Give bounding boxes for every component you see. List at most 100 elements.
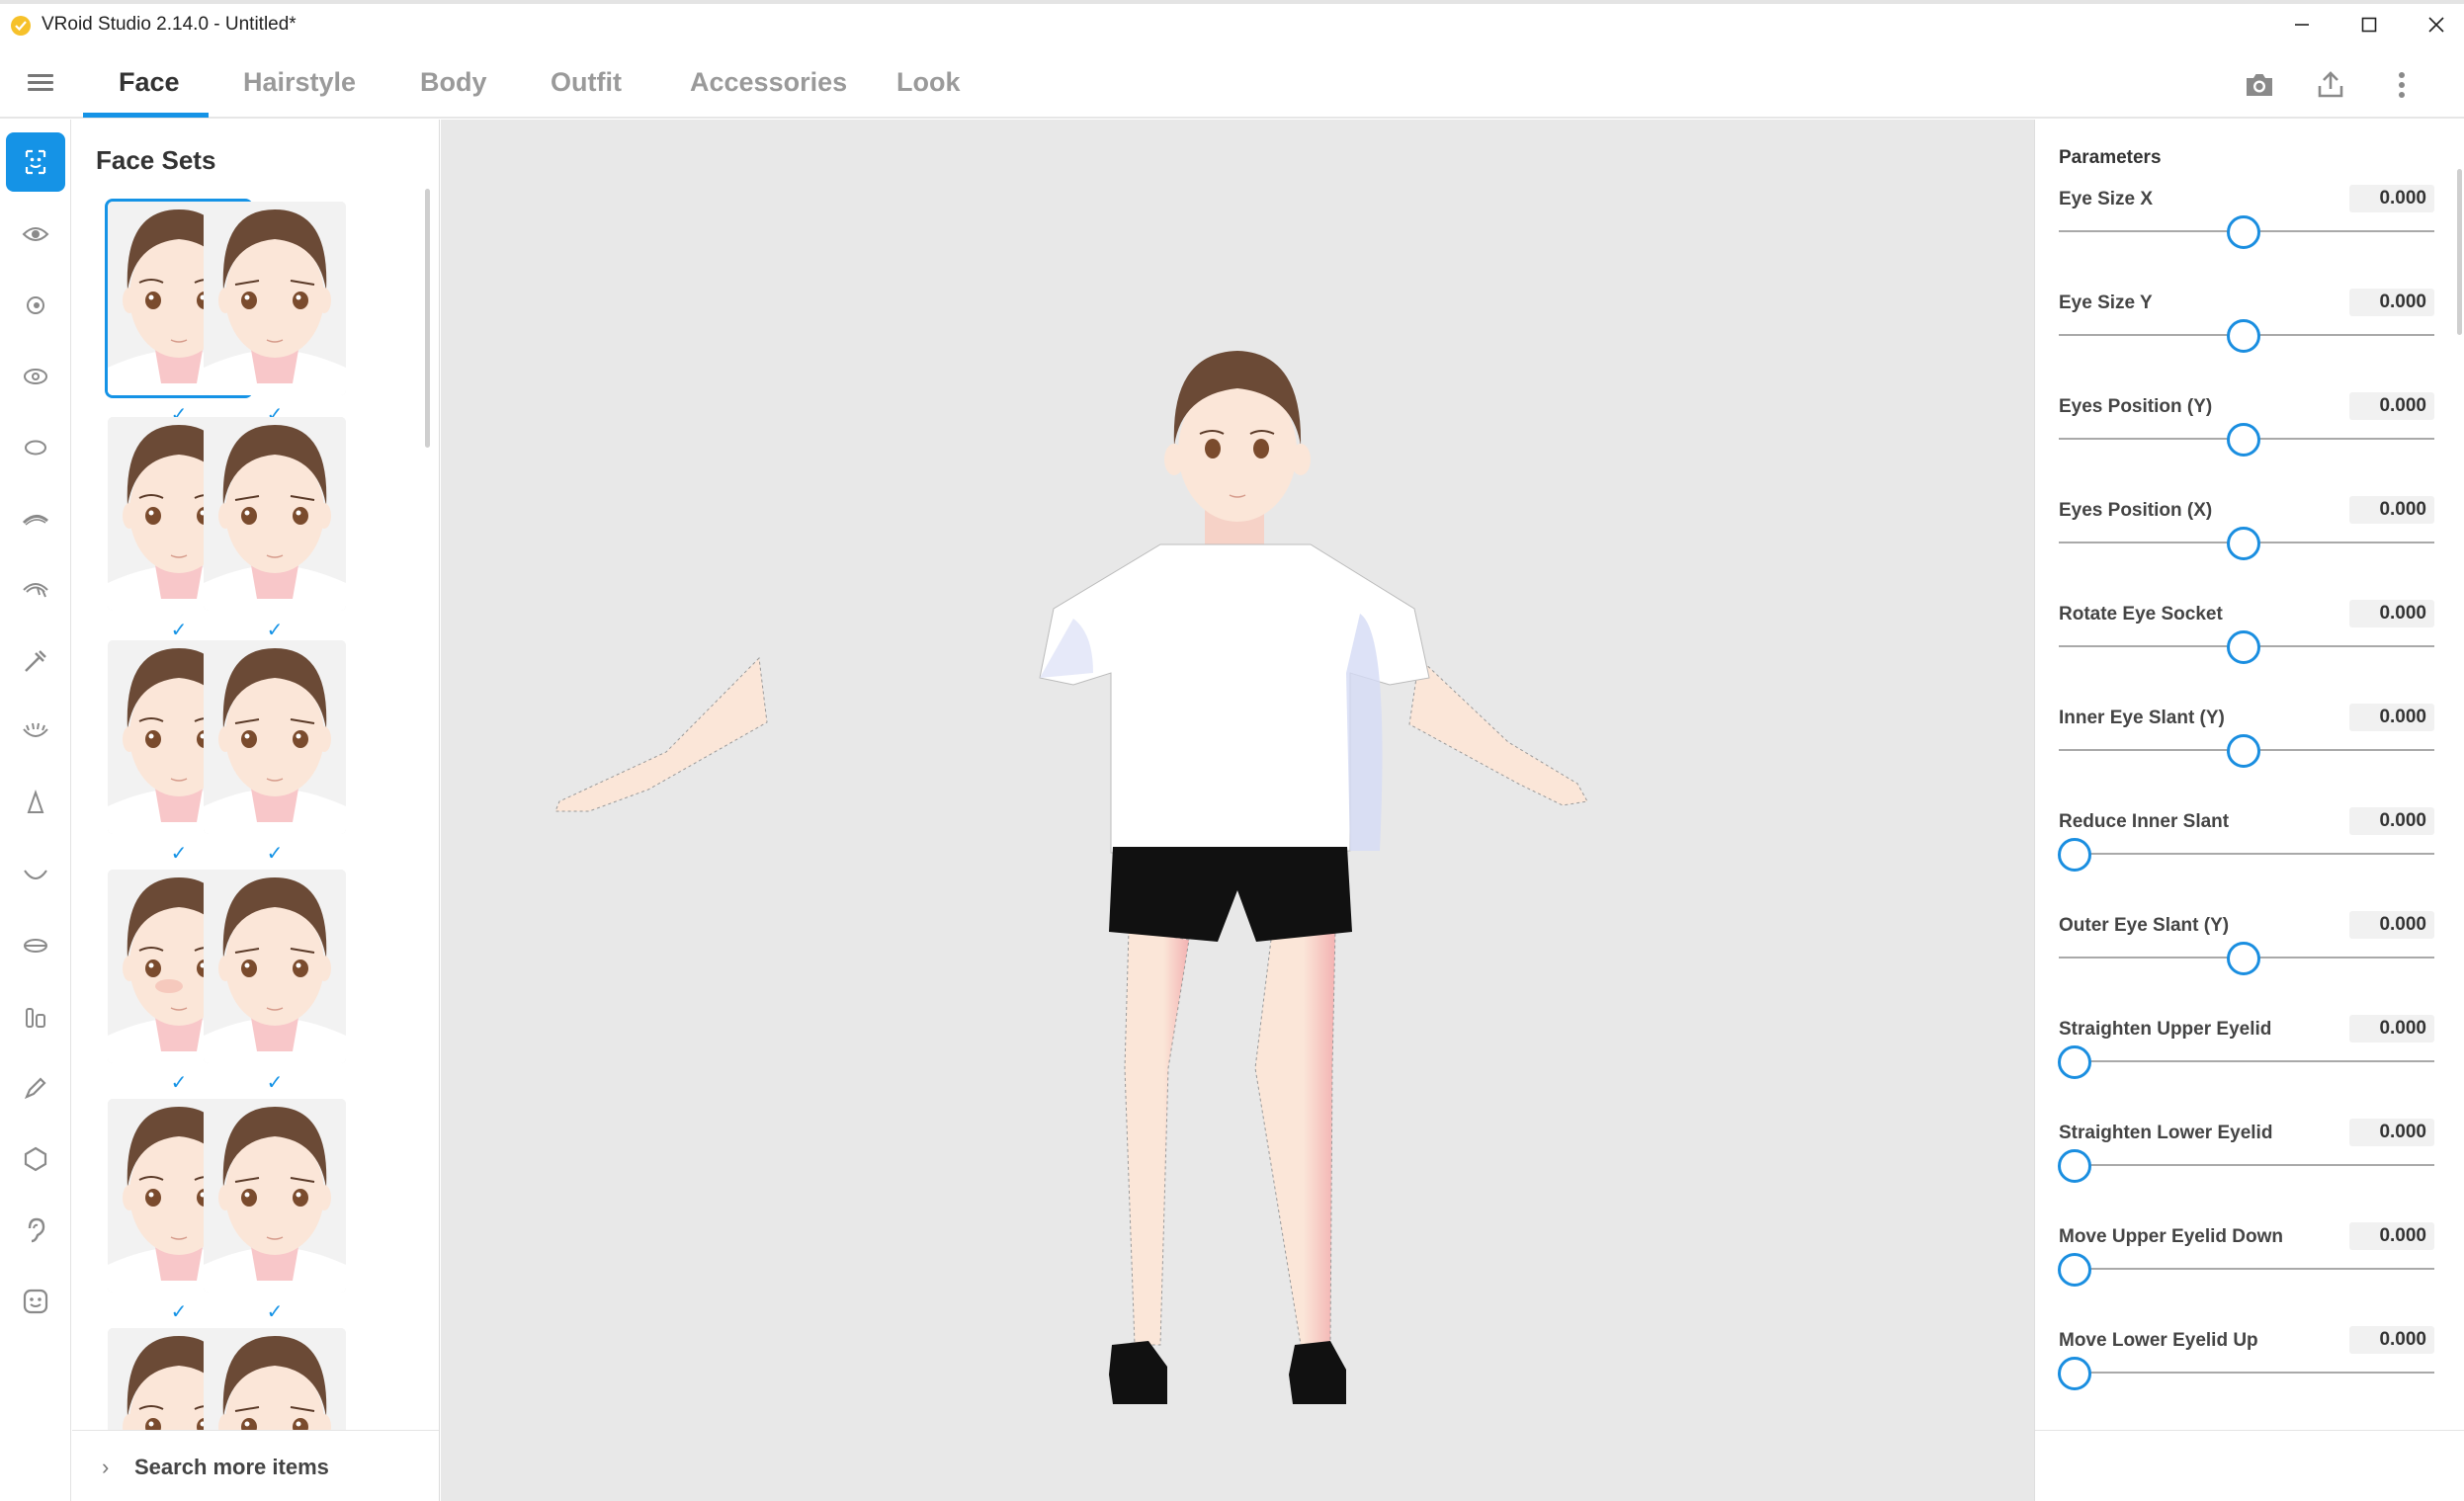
eye-icon: [22, 227, 49, 241]
rail-lips[interactable]: [6, 916, 65, 975]
slider-handle[interactable]: [2058, 1149, 2091, 1183]
parameter-row: Reduce Inner Slant 0.000: [2058, 801, 2434, 905]
parameter-value-input[interactable]: 0.000: [2349, 807, 2434, 835]
more-options-button[interactable]: [2384, 69, 2420, 101]
face-set-thumbnail[interactable]: [204, 640, 346, 834]
rail-ear[interactable]: [6, 1201, 65, 1260]
slider-handle[interactable]: [2227, 527, 2260, 560]
face-outline-icon: [25, 440, 46, 456]
parameter-label: Move Lower Eyelid Up: [2059, 1330, 2258, 1351]
app-logo-icon: [11, 16, 31, 36]
slider-track[interactable]: [2059, 853, 2434, 855]
lips-icon: [24, 939, 47, 953]
slider-handle[interactable]: [2058, 1253, 2091, 1287]
ear-icon: [28, 1217, 45, 1243]
emoji-icon: [23, 1289, 48, 1314]
eyelash-icon: [23, 583, 48, 598]
hamburger-menu-button[interactable]: [26, 70, 55, 98]
eyelid-icon: [23, 722, 48, 737]
export-icon: [2318, 71, 2343, 98]
parameter-value-input[interactable]: 0.000: [2349, 289, 2434, 316]
face-set-thumbnail[interactable]: [204, 870, 346, 1063]
iris-icon: [27, 296, 44, 314]
parameter-row: Eyes Position (Y) 0.000: [2059, 386, 2434, 490]
slider-track[interactable]: [2059, 1372, 2434, 1374]
parameters-title: Parameters: [2059, 147, 2162, 168]
search-more-items-button[interactable]: › Search more items: [72, 1430, 439, 1501]
slider-handle[interactable]: [2058, 1045, 2091, 1079]
checkmark-icon: ✓: [170, 843, 188, 865]
rail-teeth[interactable]: [6, 987, 65, 1046]
parameter-row: Eyes Position (X) 0.000: [2059, 490, 2434, 594]
parameter-value-input[interactable]: 0.000: [2349, 600, 2434, 627]
rail-pen[interactable]: [6, 1058, 65, 1118]
face-set-thumbnail[interactable]: [204, 417, 346, 611]
tab-outfit[interactable]: Outfit: [551, 49, 622, 119]
tab-accessories[interactable]: Accessories: [690, 49, 847, 119]
parameter-value-input[interactable]: 0.000: [2349, 392, 2434, 420]
parameter-row: Move Upper Eyelid Down 0.000: [2058, 1216, 2434, 1320]
rail-eye[interactable]: [6, 205, 65, 264]
parameter-label: Rotate Eye Socket: [2059, 604, 2223, 625]
slider-track[interactable]: [2059, 1268, 2434, 1270]
rail-face-set[interactable]: [6, 132, 65, 192]
rail-face-outline[interactable]: [6, 418, 65, 477]
rail-eyebrow[interactable]: [6, 489, 65, 548]
minimize-button[interactable]: [2266, 0, 2337, 49]
rail-eyeball[interactable]: [6, 347, 65, 406]
slider-handle[interactable]: [2227, 734, 2260, 768]
parameter-row: Move Lower Eyelid Up 0.000: [2058, 1320, 2434, 1424]
rail-mouth[interactable]: [6, 845, 65, 904]
parameter-value-input[interactable]: 0.000: [2349, 1119, 2434, 1146]
rail-eyelash[interactable]: [6, 560, 65, 620]
parameter-value-input[interactable]: 0.000: [2349, 496, 2434, 524]
parameter-value-input[interactable]: 0.000: [2349, 1015, 2434, 1042]
parameter-value-input[interactable]: 0.000: [2349, 911, 2434, 939]
slider-handle[interactable]: [2227, 215, 2260, 249]
tab-hairstyle[interactable]: Hairstyle: [243, 49, 356, 119]
parameters-scrollbar[interactable]: [2457, 169, 2462, 335]
export-button[interactable]: [2313, 69, 2348, 101]
slider-handle[interactable]: [2058, 1357, 2091, 1390]
taskbar-strip: [0, 0, 2464, 4]
rail-nose[interactable]: [6, 774, 65, 833]
parameter-value-input[interactable]: 0.000: [2349, 1326, 2434, 1354]
parameter-value-input[interactable]: 0.000: [2349, 1222, 2434, 1250]
category-rail: [0, 120, 71, 1501]
parameter-value-input[interactable]: 0.000: [2349, 704, 2434, 731]
parameter-label: Straighten Upper Eyelid: [2059, 1019, 2272, 1040]
parameter-value-input[interactable]: 0.000: [2349, 185, 2434, 212]
close-button[interactable]: [2401, 0, 2464, 49]
tab-face[interactable]: Face: [119, 49, 180, 119]
mouth-icon: [24, 870, 47, 879]
tab-body[interactable]: Body: [420, 49, 487, 119]
camera-button[interactable]: [2242, 69, 2277, 101]
rail-emoji[interactable]: [6, 1272, 65, 1331]
face-sets-scrollbar[interactable]: [425, 189, 430, 448]
checkmark-icon: ✓: [170, 1072, 188, 1094]
rail-iris[interactable]: [6, 276, 65, 335]
face-set-thumbnail[interactable]: [204, 202, 346, 395]
checkmark-icon: ✓: [170, 620, 188, 641]
close-icon: [2428, 17, 2444, 33]
parameter-label: Eyes Position (X): [2059, 500, 2213, 521]
rail-brush[interactable]: [6, 631, 65, 691]
parameters-footer: [2035, 1430, 2464, 1501]
slider-handle[interactable]: [2058, 838, 2091, 872]
rail-eyelid[interactable]: [6, 703, 65, 762]
rail-head-shape[interactable]: [6, 1129, 65, 1189]
parameter-row: Straighten Lower Eyelid 0.000: [2058, 1113, 2434, 1216]
slider-handle[interactable]: [2227, 942, 2260, 975]
maximize-button[interactable]: [2334, 0, 2405, 49]
slider-track[interactable]: [2059, 1164, 2434, 1166]
parameter-row: Rotate Eye Socket 0.000: [2059, 594, 2434, 698]
eyeball-icon: [24, 369, 47, 384]
slider-track[interactable]: [2059, 1060, 2434, 1062]
face-set-thumbnail[interactable]: [204, 1099, 346, 1293]
tab-look[interactable]: Look: [896, 49, 961, 119]
slider-handle[interactable]: [2227, 630, 2260, 664]
slider-handle[interactable]: [2227, 423, 2260, 457]
3d-viewport[interactable]: [441, 120, 2034, 1501]
checkmark-icon: ✓: [266, 1301, 284, 1323]
slider-handle[interactable]: [2227, 319, 2260, 353]
